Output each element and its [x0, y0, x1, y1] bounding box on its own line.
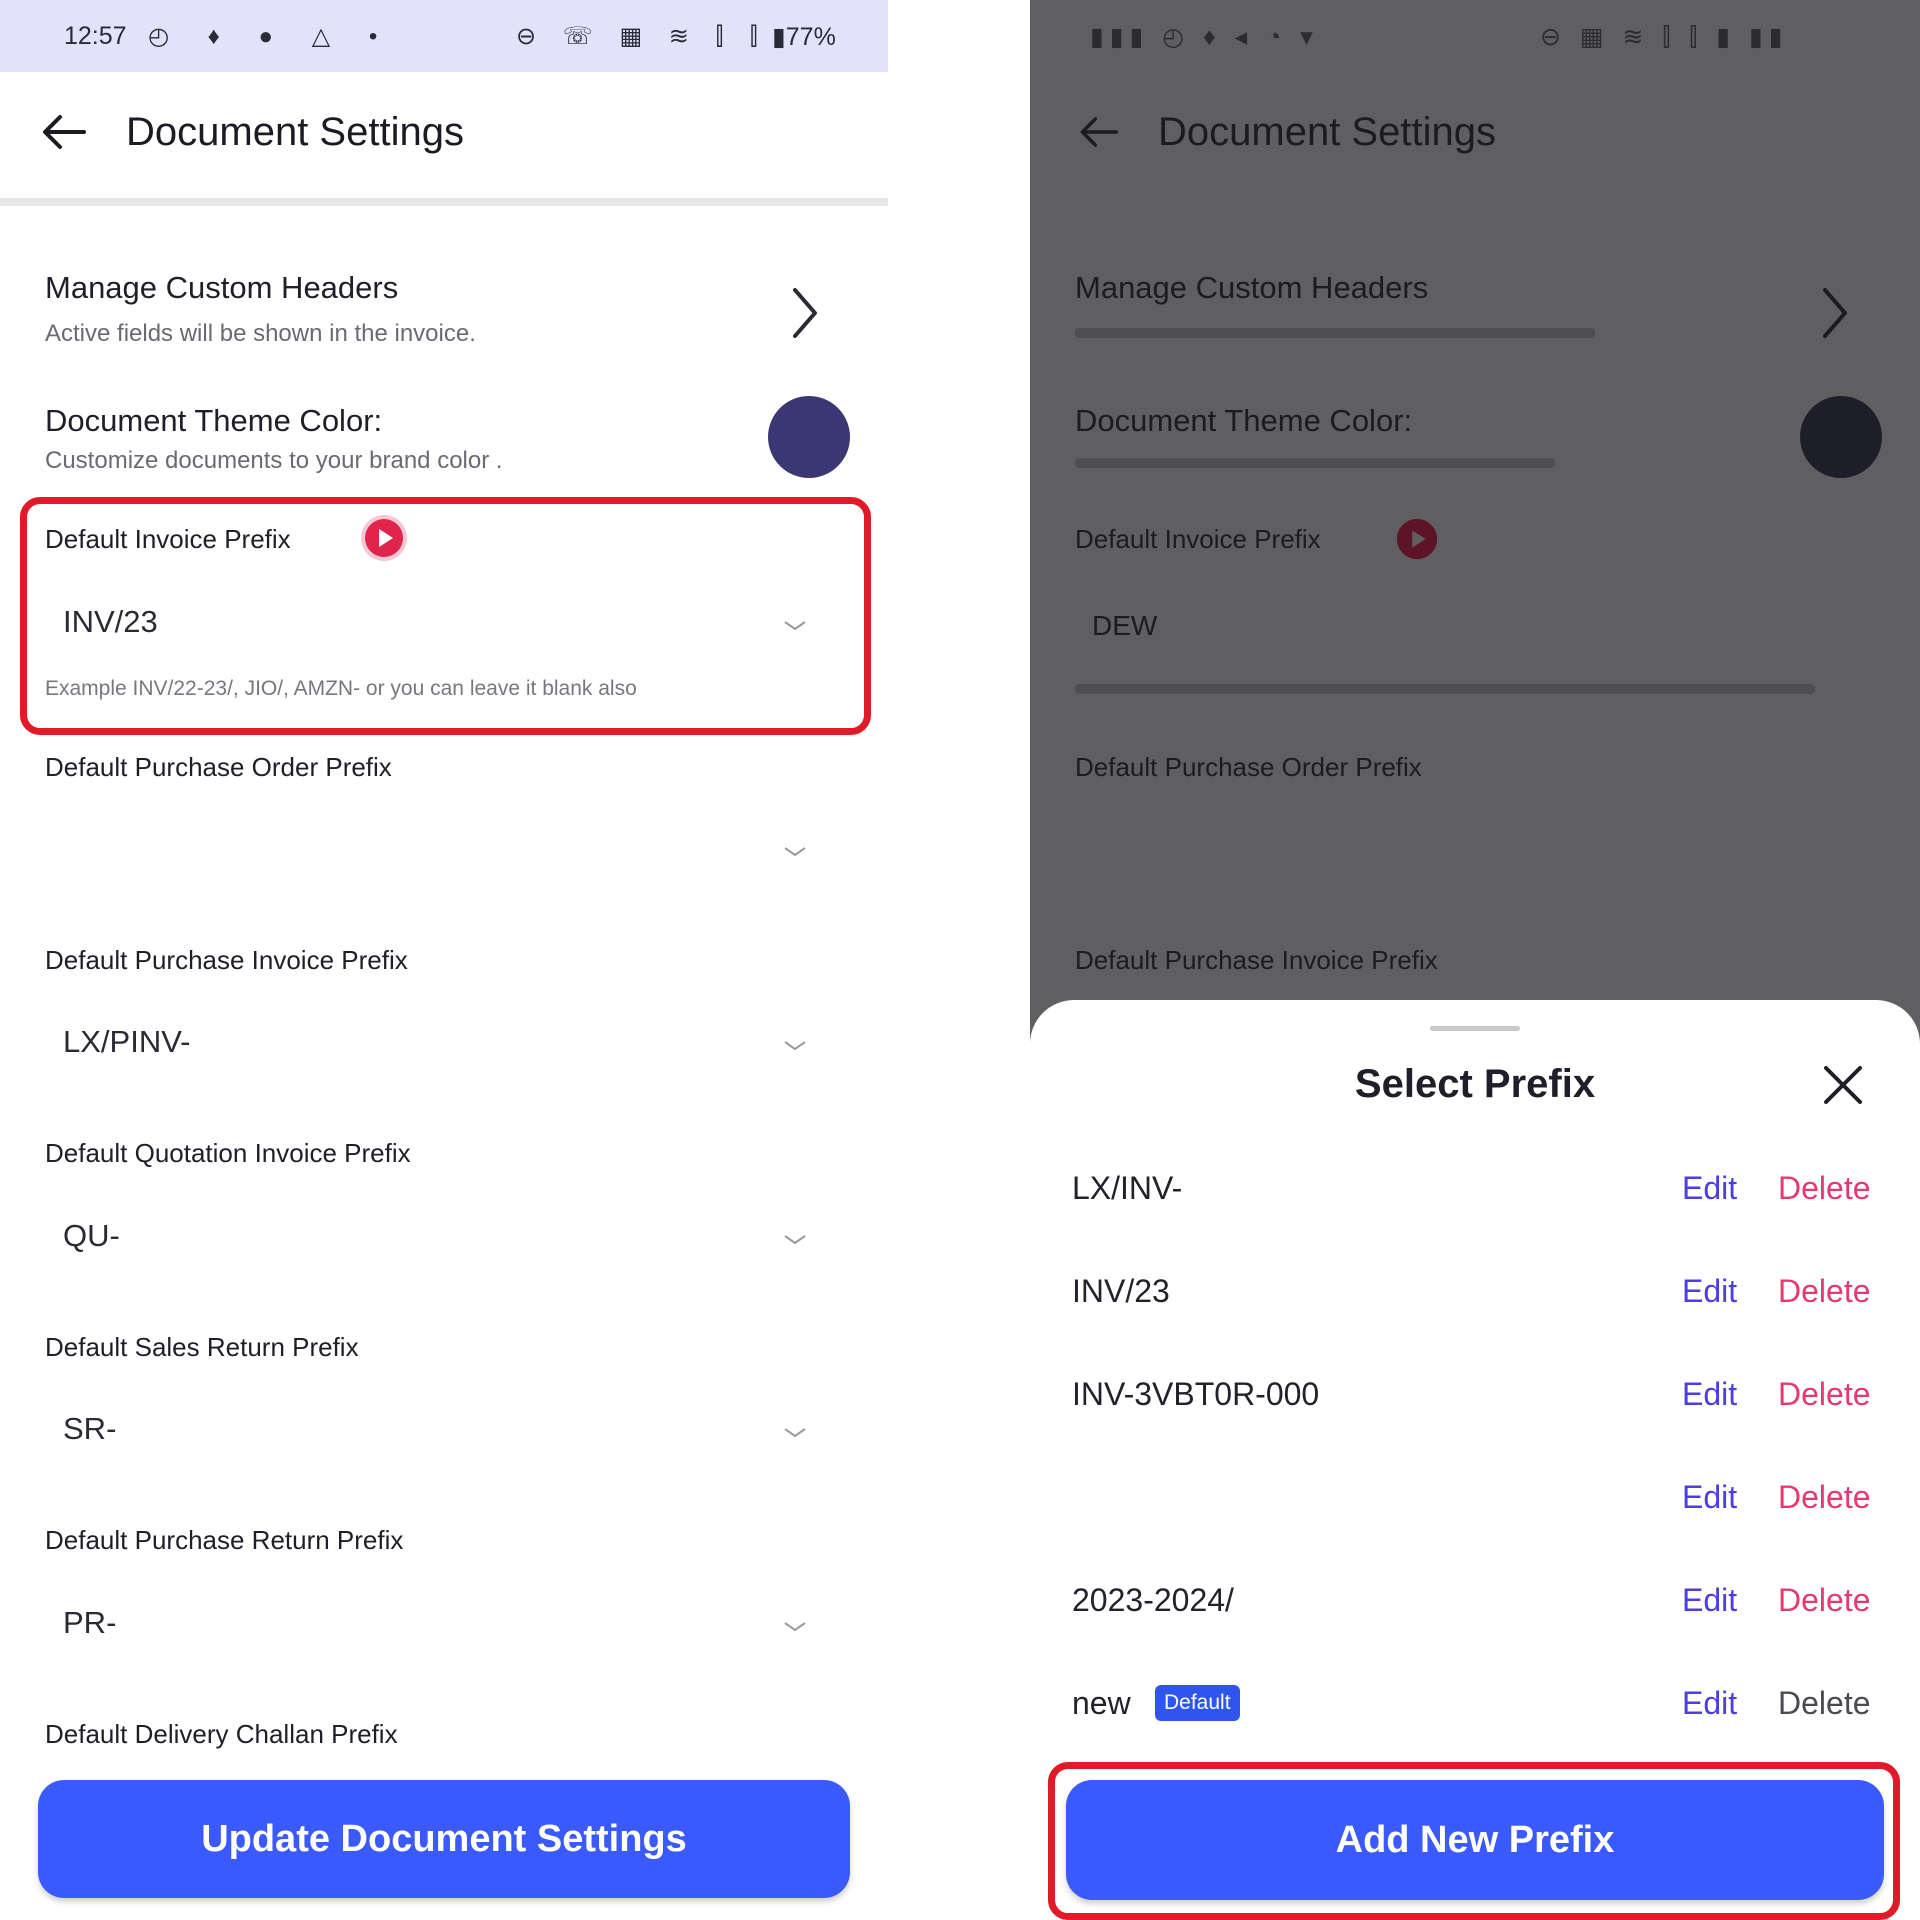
blurred-helper — [1075, 684, 1815, 694]
prefix-row[interactable]: 2023-2024/ Edit Delete — [1030, 1562, 1920, 1642]
default-badge: Default — [1155, 1685, 1240, 1721]
quotation-prefix-dropdown[interactable]: QU- — [45, 1204, 835, 1274]
purchase-return-prefix-label: Default Purchase Return Prefix — [45, 1525, 404, 1555]
status-battery: ▮77% — [772, 23, 836, 51]
dropdown-chevron-icon — [784, 1622, 806, 1632]
purchase-order-prefix-label: Default Purchase Order Prefix — [45, 752, 392, 782]
back-button[interactable] — [40, 112, 86, 157]
custom-headers-subtitle: Active fields will be shown in the invoi… — [45, 320, 476, 347]
sales-return-prefix-dropdown[interactable]: SR- — [45, 1397, 835, 1467]
prefix-name: 2023-2024/ — [1072, 1582, 1234, 1618]
back-arrow-icon[interactable] — [1078, 114, 1118, 150]
sales-return-prefix-label: Default Sales Return Prefix — [45, 1332, 359, 1362]
invoice-prefix-label: Default Invoice Prefix — [45, 524, 291, 554]
theme-color-title: Document Theme Color: — [1075, 403, 1413, 438]
edit-button[interactable]: Edit — [1682, 1582, 1737, 1619]
prefix-row[interactable]: Edit Delete — [1030, 1459, 1920, 1539]
purchase-invoice-prefix-label: Default Purchase Invoice Prefix — [1075, 945, 1438, 975]
edit-button[interactable]: Edit — [1682, 1479, 1737, 1516]
purchase-invoice-prefix-value: LX/PINV- — [63, 1024, 191, 1059]
page-title: Document Settings — [1158, 110, 1496, 154]
purchase-return-prefix-value: PR- — [63, 1605, 117, 1640]
theme-color-swatch — [1800, 396, 1882, 478]
prefix-row[interactable]: LX/INV- Edit Delete — [1030, 1150, 1920, 1230]
chevron-right-icon — [1823, 288, 1847, 338]
prefix-name: INV/23 — [1072, 1273, 1170, 1309]
status-notification-icons: ◴ ♦ ● △ • — [148, 23, 394, 50]
purchase-order-prefix-dropdown[interactable] — [45, 816, 835, 886]
select-prefix-sheet: Select Prefix LX/INV- Edit Delete INV/23… — [1030, 1000, 1920, 1920]
dropdown-chevron-icon — [784, 847, 806, 857]
quotation-prefix-value: QU- — [63, 1218, 120, 1253]
status-time: 12:57 — [64, 22, 127, 50]
prefix-name: LX/INV- — [1072, 1170, 1183, 1206]
sheet-title: Select Prefix — [1354, 1062, 1596, 1106]
delivery-challan-prefix-label: Default Delivery Challan Prefix — [45, 1719, 398, 1749]
left-screen: 12:57 ◴ ♦ ● △ • ⊖ ☏ ▦ ≋ ⫿ ⫿ ▮77% Documen… — [0, 0, 888, 1920]
invoice-prefix-label: Default Invoice Prefix — [1075, 524, 1321, 554]
theme-color-swatch[interactable] — [768, 396, 850, 478]
status-bar: 12:57 ◴ ♦ ● △ • ⊖ ☏ ▦ ≋ ⫿ ⫿ ▮77% — [0, 0, 888, 72]
status-bar-dimmed-right: ⊖ ▦ ≋ ⫿ ⫿ ▮ ▮▮ — [1540, 23, 1789, 51]
custom-headers-title: Manage Custom Headers — [1075, 270, 1429, 305]
status-bar-dimmed: ▮▮▮ ◴ ♦ ◂ ◔ ▾ — [1090, 23, 1319, 51]
quotation-prefix-label: Default Quotation Invoice Prefix — [45, 1138, 411, 1168]
delete-button[interactable]: Delete — [1778, 1170, 1871, 1207]
chevron-right-icon — [793, 288, 817, 338]
status-signal-icons: ⊖ ☏ ▦ ≋ ⫿ ⫿ — [516, 23, 768, 50]
delete-button[interactable]: Delete — [1778, 1479, 1871, 1516]
dropdown-chevron-icon — [784, 621, 806, 631]
purchase-invoice-prefix-dropdown[interactable]: LX/PINV- — [45, 1010, 835, 1080]
add-new-prefix-button[interactable]: Add New Prefix — [1066, 1780, 1884, 1900]
manage-custom-headers-row[interactable]: Manage Custom Headers Active fields will… — [0, 262, 888, 362]
delete-button[interactable]: Delete — [1778, 1273, 1871, 1310]
theme-color-row: Document Theme Color: Customize document… — [0, 395, 888, 485]
delete-button-disabled: Delete — [1778, 1685, 1871, 1721]
appbar-divider — [0, 198, 888, 206]
purchase-order-prefix-label: Default Purchase Order Prefix — [1075, 752, 1422, 782]
invoice-prefix-value: INV/23 — [63, 604, 158, 639]
sales-return-prefix-value: SR- — [63, 1411, 117, 1446]
right-screen: ▮▮▮ ◴ ♦ ◂ ◔ ▾ ⊖ ▦ ≋ ⫿ ⫿ ▮ ▮▮ Document Se… — [1030, 0, 1920, 1920]
blurred-subtitle — [1075, 458, 1555, 468]
dropdown-chevron-icon — [784, 1235, 806, 1245]
invoice-prefix-helper: Example INV/22-23/, JIO/, AMZN- or you c… — [45, 677, 637, 700]
blurred-subtitle — [1075, 328, 1595, 338]
play-video-icon — [1396, 518, 1438, 560]
theme-color-subtitle: Customize documents to your brand color … — [45, 447, 503, 474]
prefix-name: INV-3VBT0R-000 — [1072, 1376, 1320, 1412]
sheet-drag-handle[interactable] — [1430, 1026, 1520, 1031]
back-arrow-icon — [43, 115, 86, 149]
update-document-settings-button[interactable]: Update Document Settings — [38, 1780, 850, 1898]
dropdown-chevron-icon — [784, 1428, 806, 1438]
purchase-return-prefix-dropdown[interactable]: PR- — [45, 1591, 835, 1661]
edit-button[interactable]: Edit — [1682, 1376, 1737, 1413]
delete-button[interactable]: Delete — [1778, 1582, 1871, 1619]
play-video-icon[interactable] — [360, 514, 408, 562]
close-icon[interactable] — [1822, 1064, 1864, 1106]
prefix-name: new — [1072, 1685, 1131, 1721]
purchase-invoice-prefix-label: Default Purchase Invoice Prefix — [45, 945, 408, 975]
delete-button[interactable]: Delete — [1778, 1376, 1871, 1413]
edit-button[interactable]: Edit — [1682, 1273, 1737, 1310]
prefix-row[interactable]: INV/23 Edit Delete — [1030, 1253, 1920, 1333]
invoice-prefix-dropdown[interactable]: INV/23 — [45, 590, 835, 660]
invoice-prefix-value: DEW — [1092, 610, 1158, 641]
edit-button[interactable]: Edit — [1682, 1685, 1737, 1722]
prefix-row[interactable]: new Default Edit Delete — [1030, 1665, 1920, 1745]
custom-headers-title: Manage Custom Headers — [45, 270, 399, 305]
prefix-row[interactable]: INV-3VBT0R-000 Edit Delete — [1030, 1356, 1920, 1436]
page-title: Document Settings — [126, 110, 464, 154]
edit-button[interactable]: Edit — [1682, 1170, 1737, 1207]
theme-color-title: Document Theme Color: — [45, 403, 383, 438]
dropdown-chevron-icon — [784, 1041, 806, 1051]
